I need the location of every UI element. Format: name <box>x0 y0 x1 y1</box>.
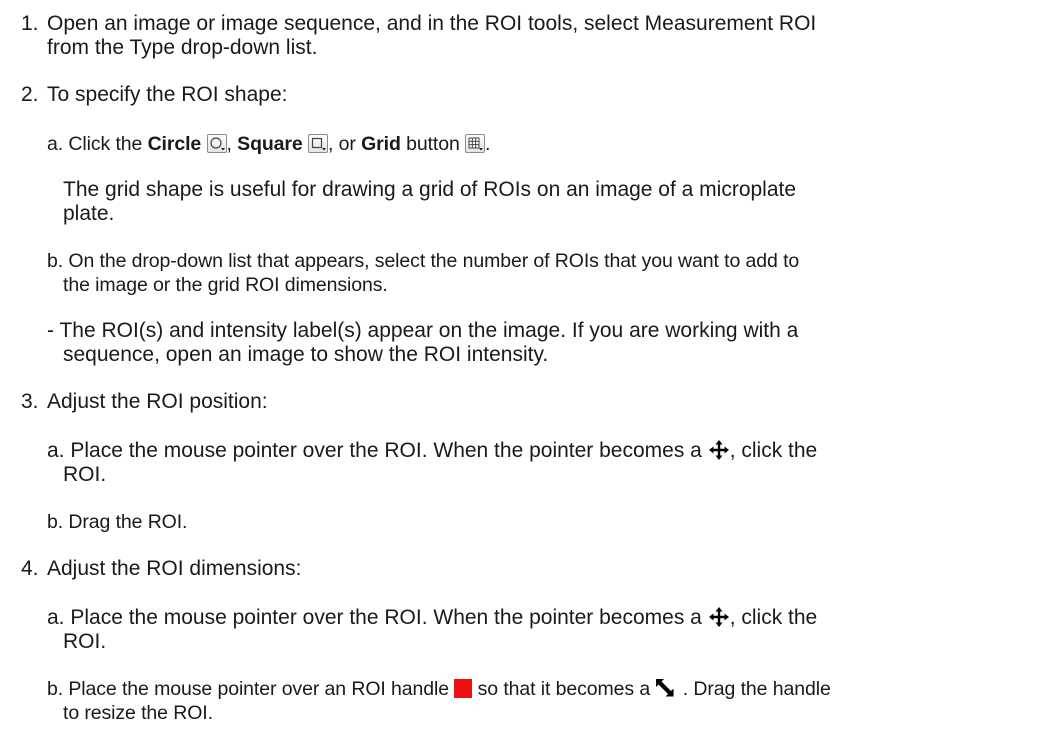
grid-roi-icon <box>465 134 486 153</box>
step-4b-mid: so that it becomes a <box>472 678 656 700</box>
step-4a-line-2: ROI. <box>63 630 107 653</box>
roi-handle-icon <box>454 679 473 698</box>
step-2-note-line-1: The grid shape is useful for drawing a g… <box>63 178 797 201</box>
step-3-number: 3. <box>21 390 39 413</box>
step-4b-post: . Drag the handle <box>677 678 831 700</box>
step-2a-sep2: , or <box>328 133 362 155</box>
move-cursor-icon <box>708 606 730 628</box>
step-4a-line-1: a. Place the mouse pointer over the ROI.… <box>47 606 817 630</box>
grid-label: Grid <box>361 133 401 155</box>
circle-label: Circle <box>147 133 202 155</box>
step-2a-end: . <box>485 133 491 155</box>
step-2a-button-word: button <box>400 133 466 155</box>
step-4a-post: , click the <box>729 606 818 629</box>
step-1-number: 1. <box>21 12 39 35</box>
step-2-number: 2. <box>21 83 39 106</box>
step-1-text-line-2: from the Type drop-down list. <box>47 36 318 59</box>
step-3b-text: b. Drag the ROI. <box>47 511 188 533</box>
move-cursor-icon <box>708 439 730 461</box>
step-2-note-line-2: plate. <box>63 202 115 225</box>
step-3a-line-2: ROI. <box>63 463 107 486</box>
square-label: Square <box>237 133 303 155</box>
step-2b-line-2: the image or the grid ROI dimensions. <box>63 274 388 296</box>
step-4b-line-2: to resize the ROI. <box>63 702 213 724</box>
step-4a-pre: a. Place the mouse pointer over the ROI.… <box>47 606 708 629</box>
step-2-result-line-1: - The ROI(s) and intensity label(s) appe… <box>47 319 799 342</box>
step-2b-line-1: b. On the drop-down list that appears, s… <box>47 250 800 272</box>
step-2-text: To specify the ROI shape: <box>47 83 288 106</box>
step-3a-line-1: a. Place the mouse pointer over the ROI.… <box>47 439 817 463</box>
step-2a-text: a. Click the Circle , Square , or Grid b… <box>47 132 490 156</box>
step-3-text: Adjust the ROI position: <box>47 390 268 413</box>
square-roi-icon <box>308 134 328 153</box>
step-2-result-line-2: sequence, open an image to show the ROI … <box>63 343 549 366</box>
step-4-number: 4. <box>21 557 39 580</box>
step-3a-pre: a. Place the mouse pointer over the ROI.… <box>47 439 708 462</box>
step-4-text: Adjust the ROI dimensions: <box>47 557 302 580</box>
step-2a-sep1: , <box>226 133 238 155</box>
step-4b-pre: b. Place the mouse pointer over an ROI h… <box>47 678 455 700</box>
step-1-text-line-1: Open an image or image sequence, and in … <box>47 12 817 35</box>
step-4b-line-1: b. Place the mouse pointer over an ROI h… <box>47 677 831 701</box>
resize-cursor-icon <box>655 678 677 698</box>
circle-roi-icon <box>206 134 227 153</box>
step-3a-post: , click the <box>729 439 818 462</box>
step-2a-prefix: a. Click the <box>47 133 148 155</box>
